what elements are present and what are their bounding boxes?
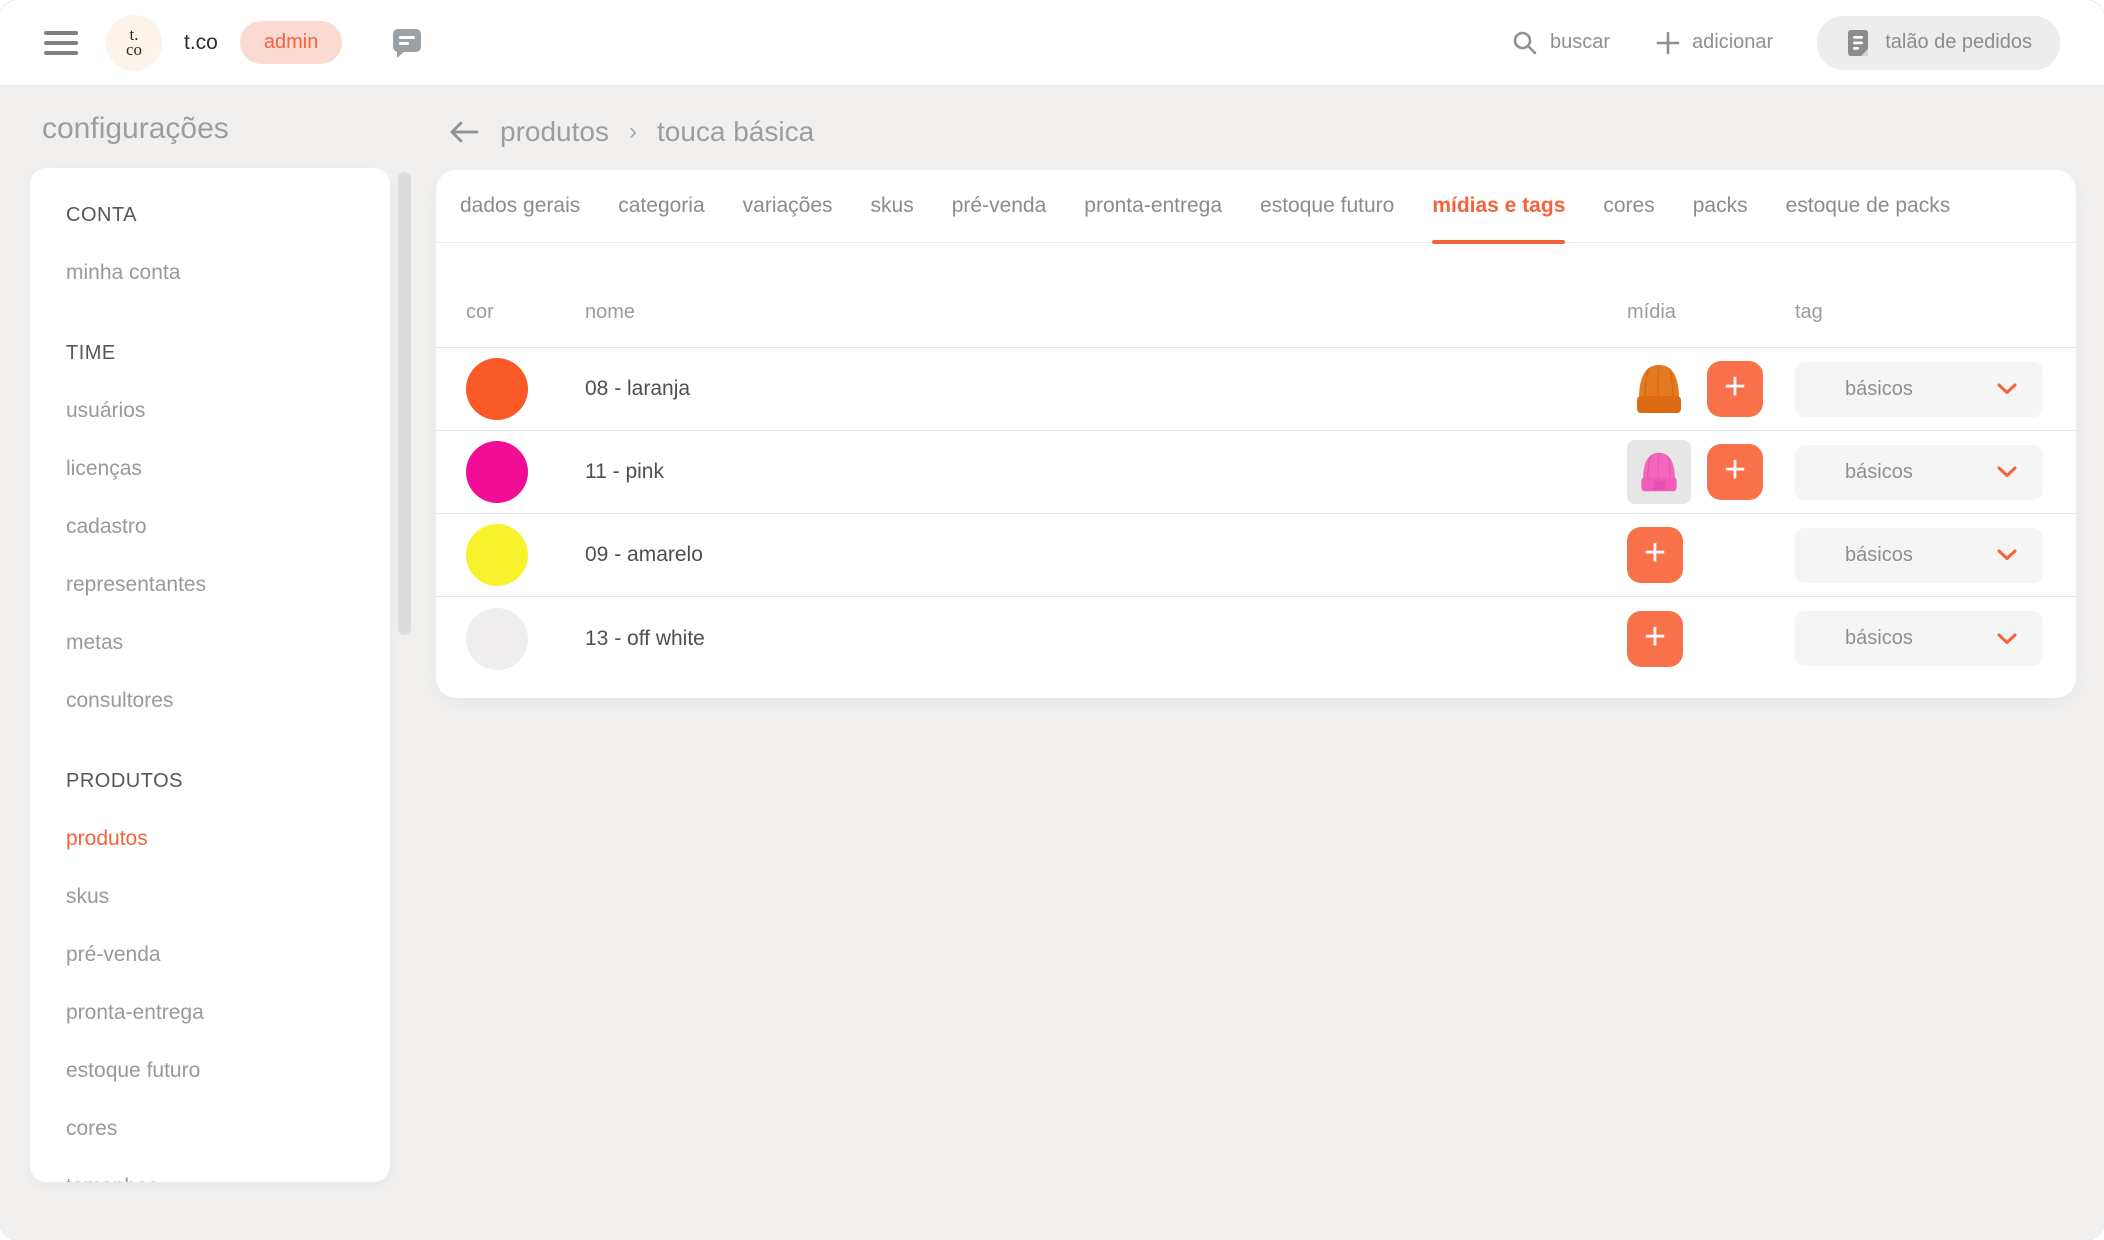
- media-cell: +: [1627, 357, 1795, 421]
- chevron-down-icon: [1997, 466, 2017, 478]
- topbar-actions: buscar adicionar talão de pedidos: [1512, 16, 2060, 70]
- settings-sidebar: CONTAminha conta TIMEusuárioslicençascada…: [30, 168, 390, 1182]
- content-area: configurações CONTAminha conta TIMEusuári…: [0, 86, 2104, 1240]
- plus-icon: [1656, 31, 1680, 55]
- add-media-button[interactable]: +: [1707, 361, 1763, 417]
- tab-categoria[interactable]: categoria: [618, 170, 704, 243]
- sidebar-item-tamanhos[interactable]: tamanhos: [66, 1158, 390, 1182]
- chevron-down-icon: [1997, 549, 2017, 561]
- table-header: cor nome mídia tag: [436, 243, 2076, 348]
- breadcrumb-parent[interactable]: produtos: [500, 116, 609, 148]
- add-media-button[interactable]: +: [1707, 444, 1763, 500]
- tag-dropdown[interactable]: básicos: [1795, 445, 2043, 500]
- tab-dados-gerais[interactable]: dados gerais: [460, 170, 580, 243]
- variant-name: 09 - amarelo: [585, 543, 1627, 567]
- sidebar-item-metas[interactable]: metas: [66, 614, 390, 672]
- sidebar-item-cores[interactable]: cores: [66, 1100, 390, 1158]
- order-pad-button[interactable]: talão de pedidos: [1817, 16, 2060, 70]
- column-header-cor: cor: [466, 267, 585, 324]
- tab-estoque-de-packs[interactable]: estoque de packs: [1786, 170, 1951, 243]
- color-swatch: [466, 441, 528, 503]
- column-header-nome: nome: [585, 267, 1627, 324]
- search-button[interactable]: buscar: [1512, 30, 1610, 56]
- role-badge: admin: [240, 21, 342, 64]
- tab-pre-venda[interactable]: pré-venda: [952, 170, 1047, 243]
- variant-name: 11 - pink: [585, 460, 1627, 484]
- add-media-button[interactable]: +: [1627, 611, 1683, 667]
- settings-title: configurações: [42, 112, 229, 146]
- product-detail-card: dados gerais categoria variações skus pré-ve…: [436, 170, 2076, 698]
- tab-cores[interactable]: cores: [1603, 170, 1654, 243]
- chevron-down-icon: [1997, 633, 2017, 645]
- media-cell: +: [1627, 440, 1795, 504]
- sidebar-item-produtos[interactable]: produtos: [66, 810, 390, 868]
- media-thumbnail[interactable]: [1627, 357, 1691, 421]
- tab-midias-e-tags[interactable]: mídias e tags: [1432, 170, 1565, 243]
- hamburger-menu-icon[interactable]: [44, 31, 78, 55]
- sidebar-item-pre-venda[interactable]: pré-venda: [66, 926, 390, 984]
- tab-packs[interactable]: packs: [1693, 170, 1748, 243]
- table-row: 09 - amarelo+ básicos: [436, 514, 2076, 597]
- breadcrumb: produtos › touca básica: [448, 116, 814, 148]
- media-thumbnail[interactable]: [1627, 440, 1691, 504]
- sidebar-item-skus[interactable]: skus: [66, 868, 390, 926]
- order-pad-icon: [1845, 28, 1871, 58]
- table-body: 08 - laranja +básicos11 - pink +básicos0…: [436, 348, 2076, 680]
- sidebar-item-licencas[interactable]: licenças: [66, 440, 390, 498]
- search-label: buscar: [1550, 31, 1610, 54]
- avatar[interactable]: t. co: [106, 15, 162, 71]
- sidebar-item-pronta-entrega[interactable]: pronta-entrega: [66, 984, 390, 1042]
- tag-value: básicos: [1845, 378, 1997, 401]
- color-swatch: [466, 524, 528, 586]
- add-label: adicionar: [1692, 31, 1773, 54]
- tab-skus[interactable]: skus: [871, 170, 914, 243]
- breadcrumb-separator: ›: [629, 118, 637, 146]
- table-row: 11 - pink + básicos: [436, 431, 2076, 514]
- media-cell: +: [1627, 527, 1795, 583]
- variant-name: 13 - off white: [585, 627, 1627, 651]
- color-swatch: [466, 608, 528, 670]
- breadcrumb-current: touca básica: [657, 116, 814, 148]
- sidebar-item-usuarios[interactable]: usuários: [66, 382, 390, 440]
- table-row: 08 - laranja + básicos: [436, 348, 2076, 431]
- media-cell: +: [1627, 611, 1795, 667]
- sidebar-item-minha-conta[interactable]: minha conta: [66, 244, 390, 302]
- add-button[interactable]: adicionar: [1656, 31, 1773, 55]
- column-header-midia: mídia: [1627, 267, 1795, 324]
- tag-value: básicos: [1845, 544, 1997, 567]
- sidebar-section-produtos: PRODUTOS: [66, 752, 390, 810]
- column-header-tag: tag: [1795, 267, 2043, 324]
- tag-dropdown[interactable]: básicos: [1795, 528, 2043, 583]
- table-row: 13 - off white+ básicos: [436, 597, 2076, 680]
- sidebar-item-representantes[interactable]: representantes: [66, 556, 390, 614]
- tag-value: básicos: [1845, 461, 1997, 484]
- chat-icon[interactable]: [388, 25, 426, 61]
- chevron-down-icon: [1997, 383, 2017, 395]
- order-pad-label: talão de pedidos: [1885, 31, 2032, 54]
- color-swatch: [466, 358, 528, 420]
- variant-name: 08 - laranja: [585, 377, 1627, 401]
- back-arrow-icon[interactable]: [448, 120, 480, 144]
- app-window: t. co t.co admin buscar: [0, 0, 2104, 1240]
- tab-estoque-futuro[interactable]: estoque futuro: [1260, 170, 1394, 243]
- sidebar-nav: CONTAminha conta TIMEusuárioslicençascada…: [30, 168, 390, 1182]
- tag-value: básicos: [1845, 627, 1997, 650]
- tag-dropdown[interactable]: básicos: [1795, 611, 2043, 666]
- add-media-button[interactable]: +: [1627, 527, 1683, 583]
- tab-variacoes[interactable]: variações: [743, 170, 833, 243]
- tab-bar: dados gerais categoria variações skus pré-ve…: [436, 170, 2076, 243]
- sidebar-item-estoque-futuro[interactable]: estoque futuro: [66, 1042, 390, 1100]
- search-icon: [1512, 30, 1538, 56]
- tag-dropdown[interactable]: básicos: [1795, 362, 2043, 417]
- sidebar-scrollbar[interactable]: [398, 172, 411, 635]
- sidebar-section-conta: CONTA: [66, 186, 390, 244]
- logo-line2: co: [126, 43, 142, 57]
- brand-name: t.co: [184, 31, 218, 55]
- sidebar-item-consultores[interactable]: consultores: [66, 672, 390, 730]
- topbar: t. co t.co admin buscar: [0, 0, 2104, 86]
- tab-pronta-entrega[interactable]: pronta-entrega: [1084, 170, 1222, 243]
- sidebar-section-time: TIME: [66, 324, 390, 382]
- sidebar-item-cadastro[interactable]: cadastro: [66, 498, 390, 556]
